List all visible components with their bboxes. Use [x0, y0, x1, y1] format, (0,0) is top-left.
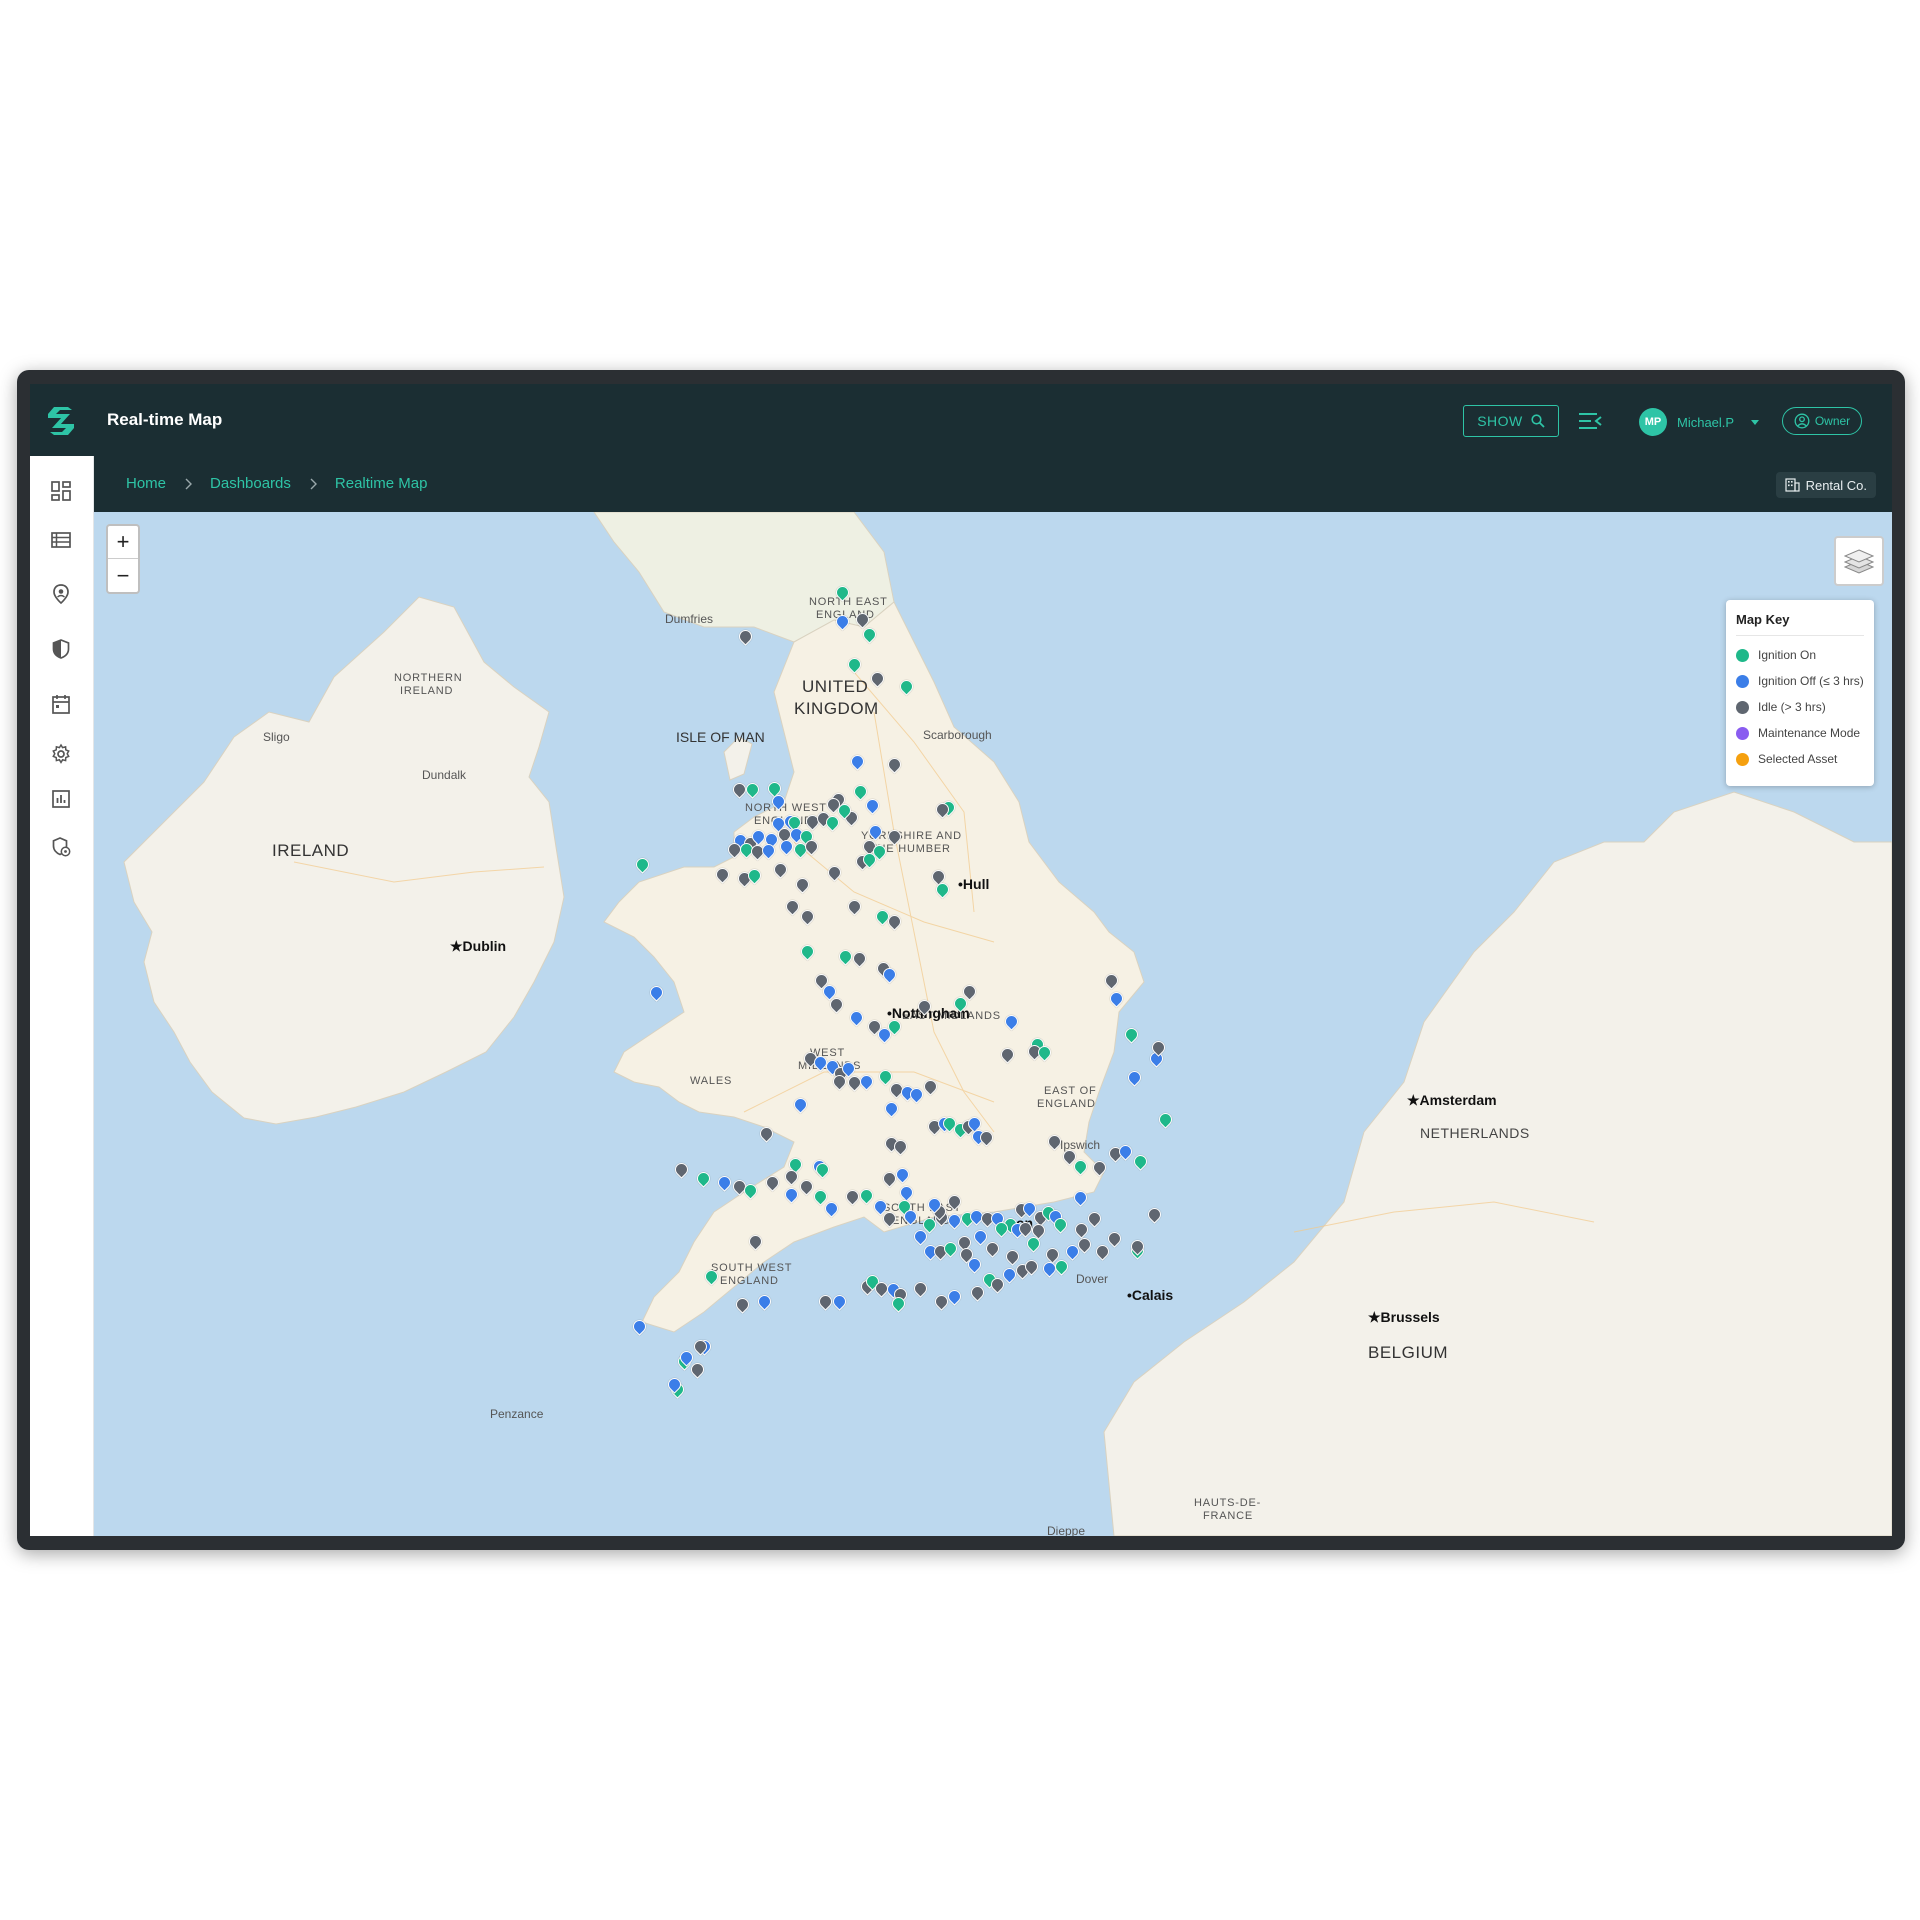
label-amsterdam: ★Amsterdam [1407, 1092, 1497, 1108]
sidebar-item-settings[interactable] [48, 741, 74, 767]
key-item-ignition-on: Ignition On [1736, 642, 1864, 668]
breadcrumb-home[interactable]: Home [126, 475, 166, 492]
show-label: SHOW [1477, 413, 1523, 429]
map-key-title: Map Key [1736, 612, 1864, 636]
label-south-west-1: SOUTH WEST [711, 1262, 793, 1274]
key-item-maintenance: Maintenance Mode [1736, 720, 1864, 746]
label-north-east-1: NORTH EAST [809, 596, 888, 608]
role-label: Owner [1814, 414, 1851, 428]
label-belgium: BELGIUM [1368, 1343, 1449, 1362]
user-circle-icon [1794, 413, 1810, 429]
collapse-menu-icon[interactable] [1577, 409, 1603, 433]
sidebar-item-reports[interactable] [48, 786, 74, 812]
page-title: Real-time Map [107, 410, 223, 429]
label-dieppe: Dieppe [1047, 1524, 1086, 1536]
zoom-out-button[interactable]: − [108, 559, 138, 592]
map-basemap [94, 512, 1892, 1536]
company-name: Rental Co. [1805, 477, 1867, 493]
map-key-legend: Map Key Ignition On Ignition Off (≤ 3 hr… [1726, 600, 1874, 786]
breadcrumb: Home Dashboards Realtime Map [126, 475, 427, 492]
chevron-down-icon[interactable] [1748, 415, 1762, 429]
app-logo[interactable] [44, 404, 78, 438]
sidebar-item-list[interactable] [48, 527, 74, 553]
zoom-in-button[interactable]: + [108, 526, 138, 559]
sidebar-item-admin[interactable] [48, 834, 74, 860]
sidebar [30, 456, 94, 1536]
label-east-of-england-1: EAST OF [1044, 1085, 1097, 1097]
shield-settings-icon [52, 837, 71, 857]
label-dublin: ★Dublin [450, 938, 507, 954]
label-dumfries: Dumfries [665, 612, 714, 626]
building-icon [1784, 478, 1800, 492]
label-wales: WALES [690, 1075, 733, 1087]
dashboard-icon [51, 481, 71, 501]
label-hauts-de-france-1: HAUTS-DE- [1194, 1497, 1262, 1509]
shield-icon [52, 639, 70, 659]
company-selector[interactable]: Rental Co. [1775, 472, 1876, 498]
gear-icon [52, 743, 70, 764]
label-dover: Dover [1076, 1272, 1109, 1286]
list-icon [51, 532, 71, 548]
show-search-button[interactable]: SHOW [1463, 405, 1559, 437]
label-united-kingdom-1: UNITED [802, 677, 869, 696]
key-swatch [1736, 648, 1749, 662]
label-south-west-2: ENGLAND [720, 1275, 779, 1287]
key-item-idle: Idle (> 3 hrs) [1736, 694, 1864, 720]
sidebar-item-security[interactable] [48, 636, 74, 662]
key-item-selected: Selected Asset [1736, 746, 1864, 772]
breadcrumb-bar: Home Dashboards Realtime Map Rental Co. [94, 456, 1892, 512]
chevron-right-icon [166, 477, 210, 491]
label-netherlands: NETHERLANDS [1420, 1125, 1530, 1141]
label-ireland: IRELAND [272, 841, 350, 860]
label-north-west-1: NORTH WEST [745, 802, 827, 814]
sidebar-item-locations[interactable] [48, 581, 74, 607]
label-brussels: ★Brussels [1368, 1309, 1440, 1325]
label-isle-of-man: ISLE OF MAN [676, 729, 765, 745]
label-calais: •Calais [1127, 1287, 1174, 1303]
label-east-of-england-2: ENGLAND [1037, 1098, 1096, 1110]
label-dundalk: Dundalk [422, 768, 467, 782]
bar-chart-icon [52, 790, 70, 808]
key-swatch [1736, 726, 1749, 740]
label-sligo: Sligo [263, 730, 290, 744]
top-bar: Real-time Map SHOW MP Michael.P Owner [30, 384, 1892, 456]
layers-icon [1844, 549, 1874, 574]
app-screen: Real-time Map SHOW MP Michael.P Owner Ho… [30, 384, 1892, 1536]
key-swatch [1736, 674, 1749, 688]
breadcrumb-realtime-map[interactable]: Realtime Map [335, 475, 428, 492]
label-northern-ireland-2: IRELAND [400, 685, 454, 697]
role-badge[interactable]: Owner [1782, 407, 1862, 435]
breadcrumb-dashboards[interactable]: Dashboards [210, 475, 291, 492]
location-pin-icon [53, 584, 69, 605]
label-northern-ireland-1: NORTHERN [394, 672, 463, 684]
realtime-map[interactable]: IRELAND NORTHERN IRELAND UNITED KINGDOM … [94, 512, 1892, 1536]
layers-button[interactable] [1834, 536, 1884, 586]
chevron-right-icon [291, 477, 335, 491]
label-hull: •Hull [958, 876, 990, 892]
key-item-ignition-off: Ignition Off (≤ 3 hrs) [1736, 668, 1864, 694]
user-name[interactable]: Michael.P [1677, 415, 1734, 430]
monitor-bezel: Real-time Map SHOW MP Michael.P Owner Ho… [17, 370, 1905, 1550]
user-avatar[interactable]: MP [1639, 408, 1667, 436]
key-swatch [1736, 752, 1749, 766]
search-icon [1531, 414, 1545, 428]
label-hauts-de-france-2: FRANCE [1203, 1510, 1254, 1522]
sidebar-item-dashboard[interactable] [48, 478, 74, 504]
zoom-control: + − [106, 524, 140, 594]
label-penzance: Penzance [490, 1407, 544, 1421]
sidebar-item-calendar[interactable] [48, 691, 74, 717]
label-scarborough: Scarborough [923, 728, 992, 742]
key-swatch [1736, 700, 1749, 714]
calendar-icon [52, 695, 70, 714]
label-united-kingdom-2: KINGDOM [794, 699, 879, 718]
